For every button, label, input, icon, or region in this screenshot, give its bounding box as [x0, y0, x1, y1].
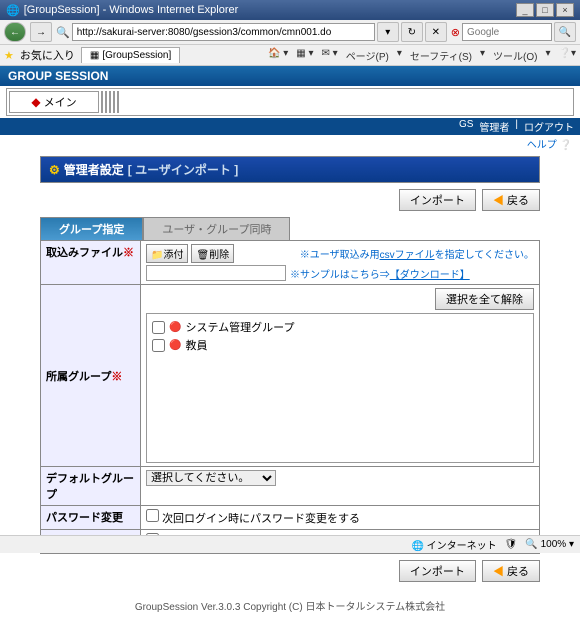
group-checkbox[interactable]	[152, 321, 165, 334]
favorites-icon[interactable]: ★	[4, 49, 14, 62]
stop-button[interactable]: ✕	[425, 22, 447, 42]
brand-label: GROUP SESSION	[8, 69, 108, 83]
list-item: 🔴 教員	[151, 336, 529, 354]
import-button[interactable]: インポート	[399, 189, 476, 211]
form-tabs: グループ指定 ユーザ・グループ同時	[40, 217, 540, 240]
help-icon[interactable]: ❔▾	[559, 48, 576, 63]
tab-group[interactable]: グループ指定	[40, 217, 143, 240]
default-group-select[interactable]: 選択してください。	[146, 470, 276, 486]
browser-tab[interactable]: ▦ [GroupSession]	[81, 47, 180, 63]
tab-usergroup[interactable]: ユーザ・グループ同時	[143, 217, 290, 240]
menu-bar: ◆メイン	[6, 88, 574, 116]
group-label: 所属グループ※	[41, 285, 141, 467]
page-menu[interactable]: ページ(P)	[346, 48, 389, 63]
logout-link[interactable]: ログアウト	[524, 119, 574, 134]
menu-cell	[101, 91, 103, 113]
page-title: ⚙ 管理者設定 [ ユーザインポート ]	[40, 156, 540, 183]
password-label: パスワード変更	[41, 506, 141, 530]
search-icon: ⊗	[451, 26, 460, 39]
file-path-input[interactable]	[146, 265, 286, 281]
internet-zone: 🌐 インターネット	[411, 537, 496, 552]
favorites-bar: ★ お気に入り ▦ [GroupSession] 🏠 ▾ ▦ ▾ ✉ ▾ ページ…	[0, 45, 580, 66]
footer: GroupSession Ver.3.0.3 Copyright (C) 日本ト…	[0, 592, 580, 619]
go-button[interactable]: ▾	[377, 22, 399, 42]
group-list: 🔴 システム管理グループ 🔴 教員	[146, 313, 534, 463]
search-input[interactable]	[462, 23, 552, 41]
admin-bar: GS 管理者 | ログアウト	[0, 118, 580, 135]
back-button-bottom[interactable]: ◀ 戻る	[482, 560, 540, 582]
file-note: ※ユーザ取込み用csvファイルを指定してください。	[300, 246, 534, 261]
close-button[interactable]: ×	[556, 3, 574, 17]
attach-button[interactable]: 📁添付	[146, 244, 188, 263]
back-button[interactable]: ←	[4, 22, 26, 42]
help-bar: ヘルプ ❔	[0, 135, 580, 152]
import-button-bottom[interactable]: インポート	[399, 560, 476, 582]
arrow-icon: ◀	[493, 195, 504, 207]
gear-icon: ⚙	[49, 163, 60, 177]
gs-link[interactable]: GS	[459, 119, 473, 134]
tab-label: [GroupSession]	[102, 50, 171, 61]
maximize-button[interactable]: □	[536, 3, 554, 17]
group-name: 教員	[185, 337, 207, 353]
home-icon[interactable]: 🏠 ▾	[268, 48, 288, 63]
menu-cell	[117, 91, 119, 113]
favorites-label[interactable]: お気に入り	[20, 47, 75, 63]
form-table: 取込みファイル※ 📁添付 🗑削除 ※ユーザ取込み用csvファイルを指定してくださ…	[40, 240, 540, 554]
protected-mode-icon: 🛡	[505, 539, 518, 550]
safety-menu[interactable]: セーフティ(S)	[410, 48, 472, 63]
password-text: 次回ログイン時にパスワード変更をする	[162, 513, 360, 525]
group-icon: 🔴	[169, 340, 181, 351]
ie-icon: 🌐	[6, 4, 20, 17]
feed-icon[interactable]: ▦ ▾	[296, 48, 313, 63]
forward-button[interactable]: →	[30, 22, 52, 42]
address-input[interactable]	[72, 23, 375, 41]
password-checkbox[interactable]	[146, 509, 159, 522]
list-item: 🔴 システム管理グループ	[151, 318, 529, 336]
deselect-all-button[interactable]: 選択を全て解除	[435, 288, 534, 310]
app-header: GROUP SESSION	[0, 66, 580, 86]
tools-menu[interactable]: ツール(O)	[493, 48, 537, 63]
status-bar: 🌐 インターネット 🛡 🔍 100% ▾	[0, 535, 580, 553]
main-tab[interactable]: ◆メイン	[9, 91, 99, 113]
zoom-level[interactable]: 🔍 100% ▾	[525, 539, 574, 550]
tab-icon: ▦	[90, 50, 99, 61]
window-title: [GroupSession] - Windows Internet Explor…	[24, 4, 239, 16]
admin-link[interactable]: 管理者	[479, 119, 509, 134]
file-label: 取込みファイル※	[41, 241, 141, 285]
nav-toolbar: ← → 🔍 ▾ ↻ ✕ ⊗ 🔍	[0, 20, 580, 45]
globe-icon: 🔍	[56, 26, 70, 39]
minimize-button[interactable]: _	[516, 3, 534, 17]
back-button[interactable]: ◀ 戻る	[482, 189, 540, 211]
window-titlebar: 🌐 [GroupSession] - Windows Internet Expl…	[0, 0, 580, 20]
download-link[interactable]: 【ダウンロード】	[390, 270, 470, 281]
home-icon: ◆	[31, 95, 40, 109]
delete-button[interactable]: 🗑削除	[191, 244, 234, 263]
default-group-label: デフォルトグループ	[41, 467, 141, 506]
help-link[interactable]: ヘルプ ❔	[527, 140, 572, 151]
arrow-icon: ◀	[493, 566, 504, 578]
group-checkbox[interactable]	[152, 339, 165, 352]
group-name: システム管理グループ	[185, 319, 294, 335]
menu-cell	[109, 91, 111, 113]
menu-cell	[113, 91, 115, 113]
refresh-button[interactable]: ↻	[401, 22, 423, 42]
menu-cell	[105, 91, 107, 113]
mail-icon[interactable]: ✉ ▾	[322, 48, 338, 63]
trash-icon: 🗑	[196, 250, 209, 261]
group-icon: 🔴	[169, 322, 181, 333]
folder-icon: 📁	[151, 250, 163, 261]
csv-link[interactable]: csvファイル	[380, 250, 435, 261]
search-button[interactable]: 🔍	[554, 22, 576, 42]
sample-note: ※サンプルはこちら⇒【ダウンロード】	[290, 266, 470, 281]
